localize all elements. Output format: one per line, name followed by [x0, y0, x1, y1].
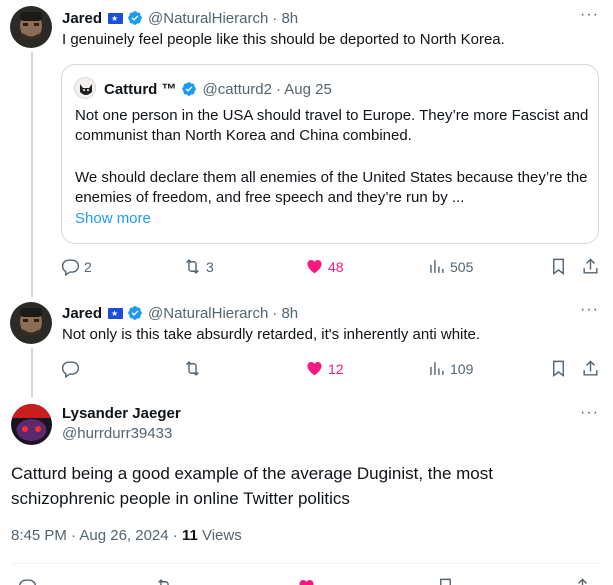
repost-icon — [158, 579, 169, 585]
author-handle[interactable]: @NaturalHierarch — [148, 305, 268, 322]
bookmark-icon — [440, 578, 451, 585]
quote-time: · Aug 25 — [275, 80, 332, 98]
tweet-header: Jared @NaturalHierarch · 8h — [62, 8, 298, 28]
repost-button[interactable] — [155, 577, 174, 585]
more-options-icon[interactable]: ··· — [580, 6, 599, 24]
views-chart-icon — [430, 260, 444, 273]
tweet-timestamp[interactable]: 8:45 PM · Aug 26, 2024 · — [11, 527, 182, 544]
quote-author-name: Catturd ™ — [104, 80, 177, 98]
views-button[interactable]: 505 — [427, 257, 473, 276]
share-button[interactable] — [581, 359, 600, 378]
quote-header: Catturd ™ @catturd2 · Aug 25 — [104, 79, 332, 99]
author-handle[interactable]: @NaturalHierarch — [148, 10, 268, 27]
heart-filled-icon — [307, 260, 322, 274]
avatar[interactable] — [10, 302, 52, 344]
like-count: 48 — [328, 258, 344, 275]
flag-icon — [108, 307, 124, 319]
reply-button[interactable] — [18, 577, 37, 585]
like-button[interactable] — [297, 577, 316, 585]
bookmark-button[interactable] — [549, 257, 568, 276]
reply-count: 2 — [84, 258, 92, 275]
reply-icon — [61, 361, 80, 378]
bookmark-button[interactable] — [436, 577, 455, 585]
share-icon — [583, 258, 598, 274]
quote-avatar — [74, 77, 96, 99]
thread-line — [31, 52, 33, 297]
verified-badge-icon — [128, 11, 142, 25]
avatar[interactable] — [11, 404, 52, 445]
tweet-time[interactable]: · 8h — [272, 10, 298, 27]
views-label: Views — [197, 527, 242, 544]
author-name[interactable]: Lysander Jaeger — [62, 405, 181, 422]
repost-button[interactable]: 3 — [183, 257, 214, 276]
bookmark-icon — [553, 258, 564, 276]
like-button[interactable]: 48 — [305, 257, 344, 276]
flag-icon — [108, 12, 124, 24]
author-handle[interactable]: @hurrdurr39433 — [62, 425, 172, 442]
avatar-image — [11, 404, 52, 445]
heart-filled-icon — [307, 362, 322, 376]
share-icon — [583, 360, 598, 376]
avatar-image — [10, 302, 52, 344]
reply-button[interactable] — [61, 359, 80, 378]
divider — [11, 563, 601, 564]
quote-author-handle: @catturd2 — [202, 80, 272, 98]
tweet-header: Jared @NaturalHierarch · 8h — [62, 303, 298, 323]
avatar[interactable] — [10, 6, 52, 48]
author-name[interactable]: Jared — [62, 305, 102, 322]
like-count: 12 — [328, 360, 344, 377]
views-count: 109 — [450, 360, 474, 377]
avatar-image — [10, 6, 52, 48]
verified-badge-icon — [128, 306, 142, 320]
show-more-link[interactable]: Show more — [75, 210, 151, 227]
main-tweet-text: Catturd being a good example of the aver… — [11, 464, 493, 508]
views-button[interactable]: 109 — [427, 359, 473, 378]
reply-button[interactable]: 2 — [61, 257, 92, 276]
tweet-meta: 8:45 PM · Aug 26, 2024 · 11 Views — [11, 527, 242, 544]
bookmark-button[interactable] — [549, 359, 568, 378]
verified-badge-icon — [181, 82, 196, 96]
cat-avatar-icon — [75, 78, 95, 98]
like-button[interactable]: 12 — [305, 359, 344, 378]
repost-icon — [186, 361, 199, 376]
author-name[interactable]: Jared — [62, 10, 102, 27]
more-options-icon[interactable]: ··· — [580, 404, 599, 422]
tweet-text: Not only is this take absurdly retarded,… — [62, 326, 481, 343]
repost-button[interactable] — [183, 359, 202, 378]
tweet-time[interactable]: · 8h — [272, 305, 298, 322]
share-button[interactable] — [573, 577, 592, 585]
views-chart-icon — [430, 362, 444, 375]
quote-text-paragraph-2: We should declare them all enemies of th… — [75, 169, 588, 206]
repost-count: 3 — [206, 258, 214, 275]
share-button[interactable] — [581, 257, 600, 276]
thread-line — [31, 348, 33, 398]
reply-icon — [18, 579, 37, 585]
tweet-text: I genuinely feel people like this should… — [62, 31, 505, 48]
heart-filled-icon — [299, 580, 314, 585]
quote-card[interactable]: Catturd ™ @catturd2 · Aug 25 Not one per… — [61, 64, 599, 244]
more-options-icon[interactable]: ··· — [580, 301, 599, 319]
reply-icon — [61, 259, 80, 276]
quote-text-paragraph-1: Not one person in the USA should travel … — [75, 107, 589, 144]
views-count: 11 — [181, 527, 198, 544]
share-icon — [578, 578, 587, 585]
repost-icon — [186, 259, 199, 274]
bookmark-icon — [553, 360, 564, 378]
views-count: 505 — [450, 258, 474, 275]
